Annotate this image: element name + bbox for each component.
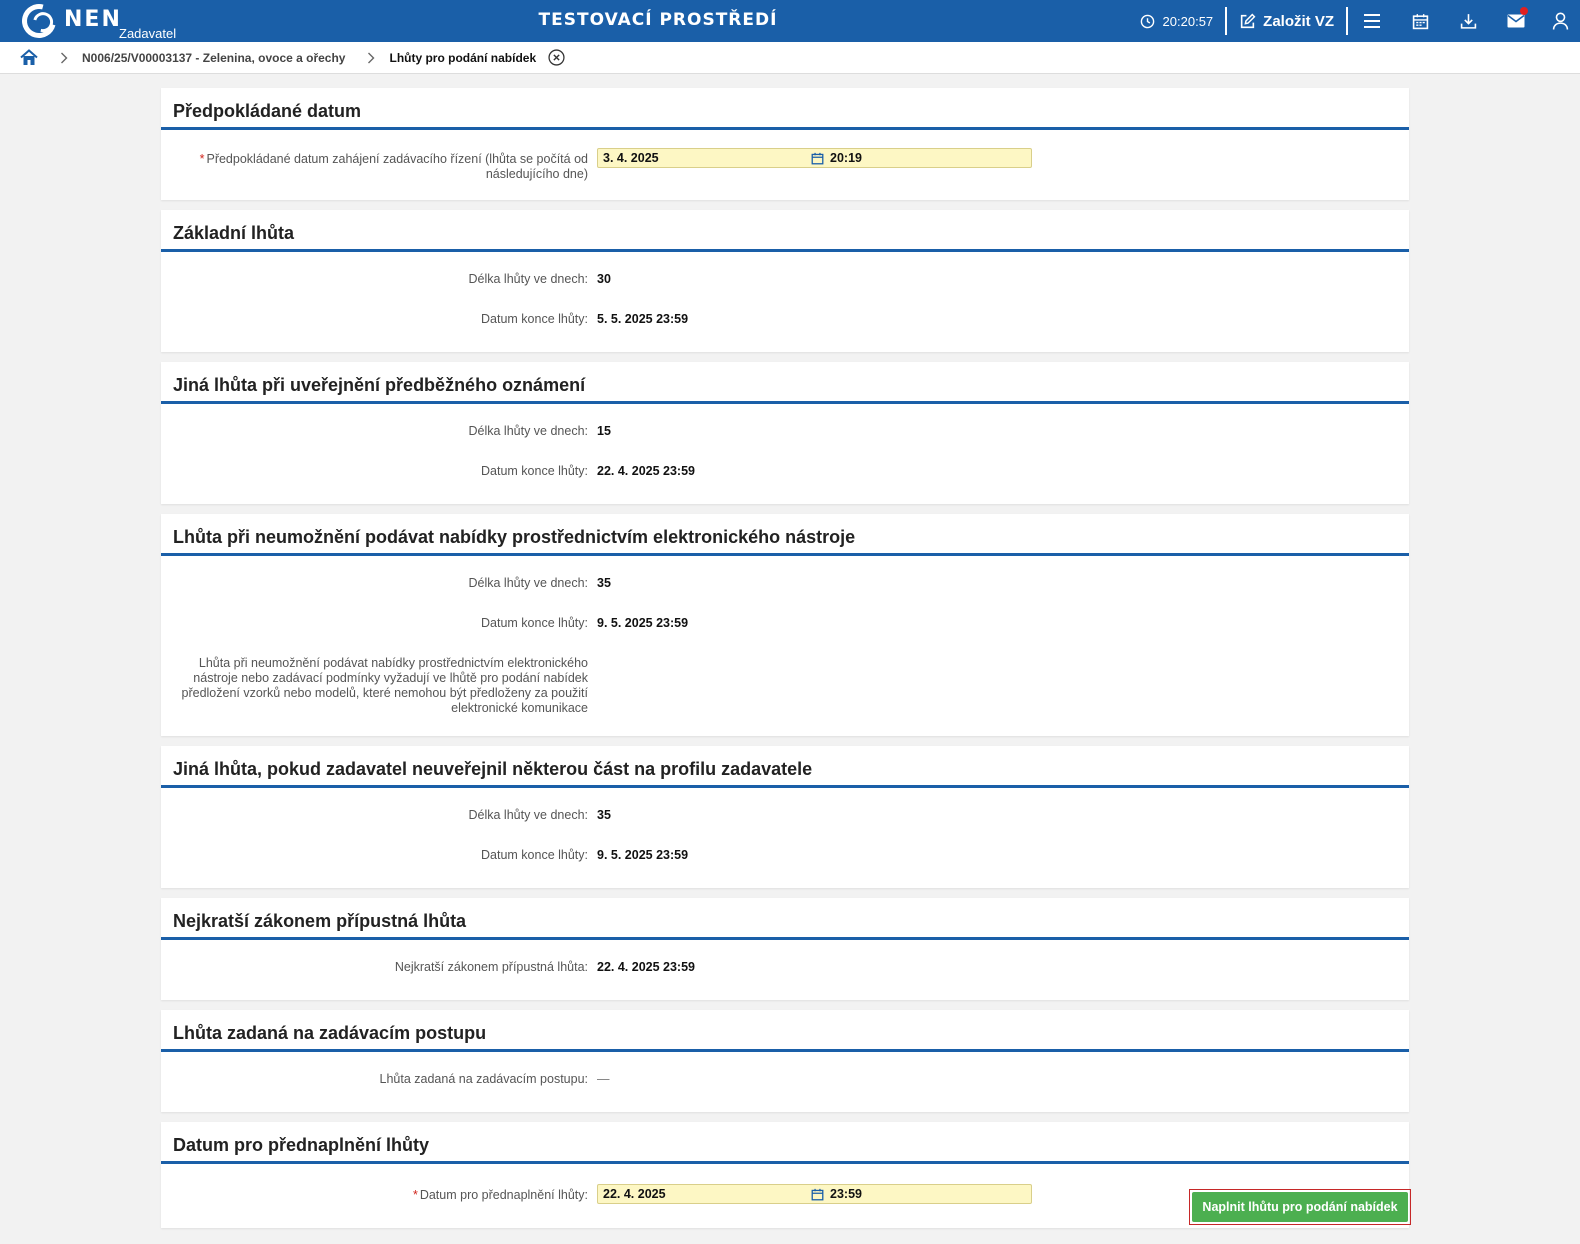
breadcrumb: N006/25/V00003137 - Zelenina, ovoce a oř… (0, 42, 1580, 74)
breadcrumb-item-procurement[interactable]: N006/25/V00003137 - Zelenina, ovoce a oř… (82, 51, 345, 65)
days-value: 35 (597, 576, 611, 590)
close-tab-button[interactable] (548, 49, 565, 66)
home-icon (20, 49, 38, 65)
home-link[interactable] (20, 49, 38, 66)
section-title: Nejkratší zákonem přípustná lhůta (161, 898, 1409, 940)
menu-icon (1364, 14, 1380, 28)
days-label: Délka lhůty ve dnech: (468, 272, 588, 286)
user-icon (1552, 12, 1568, 30)
environment-title: TESTOVACÍ PROSTŘEDÍ (538, 10, 778, 30)
section-title: Základní lhůta (161, 210, 1409, 252)
section-expected-date: Předpokládané datum * Předpokládané datum… (161, 88, 1409, 200)
notification-dot (1520, 7, 1528, 15)
download-icon (1460, 13, 1476, 29)
end-date-value: 22. 4. 2025 23:59 (597, 464, 695, 478)
shortest-deadline-value: 22. 4. 2025 23:59 (597, 960, 695, 974)
end-date-value: 9. 5. 2025 23:59 (597, 616, 689, 630)
required-marker: * (199, 152, 205, 166)
days-label: Délka lhůty ve dnech: (468, 576, 588, 590)
section-title: Předpokládané datum (161, 88, 1409, 130)
days-value: 15 (597, 424, 611, 438)
edit-icon (1241, 13, 1256, 28)
top-bar: NEN Zadavatel TESTOVACÍ PROSTŘEDÍ 20:20:… (0, 0, 1580, 45)
prefill-date-field[interactable]: 22. 4. 2025 (598, 1187, 806, 1201)
session-clock: 20:20:57 (1140, 14, 1226, 29)
breadcrumb-item-current: Lhůty pro podání nabídek (389, 50, 537, 65)
section-profile-deadline: Jiná lhůta, pokud zadavatel neuveřejnil … (161, 746, 1409, 888)
section-prior-notice-deadline: Jiná lhůta při uveřejnění předběžného oz… (161, 362, 1409, 504)
shortest-deadline-label: Nejkratší zákonem přípustná lhůta: (394, 960, 588, 974)
expected-date-label: * Předpokládané datum zahájení zadávacího… (199, 152, 588, 181)
section-title: Jiná lhůta při uveřejnění předběžného oz… (161, 362, 1409, 404)
clock-icon (1140, 14, 1154, 28)
end-date-label: Datum konce lhůty: (481, 464, 588, 478)
create-vz-button[interactable]: Založit VZ (1227, 13, 1346, 30)
expected-time-field[interactable]: 20:19 (828, 151, 1031, 165)
main-content: Předpokládané datum * Předpokládané datum… (161, 88, 1409, 1238)
menu-button[interactable] (1348, 0, 1396, 42)
end-date-label: Datum konce lhůty: (481, 616, 588, 630)
prefill-date-label: * Datum pro přednaplnění lhůty: (412, 1188, 588, 1202)
user-button[interactable] (1540, 0, 1580, 42)
section-title: Lhůta při neumožnění podávat nabídky pro… (161, 514, 1409, 556)
days-label: Délka lhůty ve dnech: (468, 808, 588, 822)
end-date-value: 5. 5. 2025 23:59 (597, 312, 689, 326)
prefill-time-field[interactable]: 23:59 (828, 1187, 1031, 1201)
close-circle-icon (548, 49, 565, 66)
section-title: Lhůta zadaná na zadávacím postupu (161, 1010, 1409, 1052)
end-date-label: Datum konce lhůty: (481, 312, 588, 326)
create-vz-label: Založit VZ (1263, 12, 1334, 30)
days-label: Délka lhůty ve dnech: (468, 424, 588, 438)
days-value: 35 (597, 808, 611, 822)
calendar-icon (811, 152, 823, 164)
end-date-label: Datum konce lhůty: (481, 848, 588, 862)
expected-datetime-input[interactable]: 3. 4. 2025 20:19 (597, 148, 1032, 168)
procedure-deadline-value: — (597, 1072, 610, 1086)
fill-deadline-button-frame: Naplnit lhůtu pro podání nabídek (1189, 1189, 1411, 1225)
section-procedure-deadline: Lhůta zadaná na zadávacím postupu Lhůta … (161, 1010, 1409, 1112)
section-no-electronic-deadline: Lhůta při neumožnění podávat nabídky pro… (161, 514, 1409, 736)
chevron-right-icon (60, 52, 68, 64)
messages-button[interactable] (1492, 0, 1540, 42)
section-shortest-deadline: Nejkratší zákonem přípustná lhůta Nejkra… (161, 898, 1409, 1000)
section-title: Jiná lhůta, pokud zadavatel neuveřejnil … (161, 746, 1409, 788)
calendar-picker-button[interactable] (806, 1188, 828, 1201)
section-basic-deadline: Základní lhůta Délka lhůty ve dnech: 30 … (161, 210, 1409, 352)
session-time: 20:20:57 (1162, 13, 1214, 29)
required-marker: * (412, 1188, 418, 1202)
end-date-value: 9. 5. 2025 23:59 (597, 848, 689, 862)
prefill-datetime-input[interactable]: 22. 4. 2025 23:59 (597, 1184, 1032, 1204)
expected-date-field[interactable]: 3. 4. 2025 (598, 151, 806, 165)
procedure-deadline-label: Lhůta zadaná na zadávacím postupu: (379, 1072, 588, 1086)
calendar-picker-button[interactable] (806, 152, 828, 165)
chevron-right-icon (367, 52, 375, 64)
days-value: 30 (597, 272, 611, 286)
mail-icon (1507, 14, 1525, 28)
download-button[interactable] (1444, 0, 1492, 42)
calendar-icon (1412, 13, 1428, 29)
top-right-toolbar: 20:20:57 Založit VZ (1140, 0, 1580, 42)
calendar-icon (811, 1188, 823, 1200)
deadline-note: Lhůta při neumožnění podávat nabídky pro… (181, 656, 589, 715)
fill-deadline-button[interactable]: Naplnit lhůtu pro podání nabídek (1192, 1192, 1408, 1222)
section-title: Datum pro přednaplnění lhůty (161, 1122, 1409, 1164)
calendar-button[interactable] (1396, 0, 1444, 42)
